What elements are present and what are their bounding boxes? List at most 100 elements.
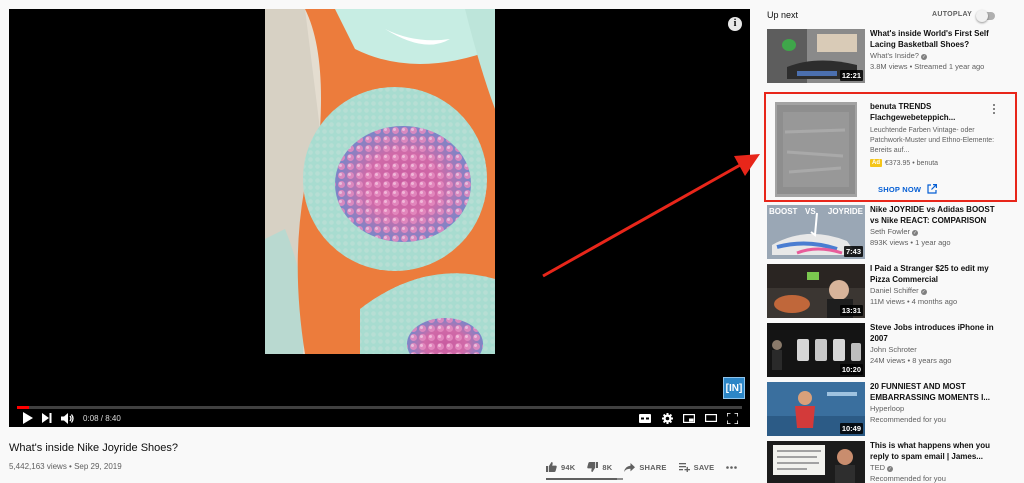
autoplay-label: AUTOPLAY xyxy=(932,11,973,18)
video-duration: 10:49 xyxy=(839,423,863,434)
up-next-heading: Up next xyxy=(767,10,799,20)
share-button[interactable]: SHARE xyxy=(624,462,667,472)
video-duration: 10:20 xyxy=(839,364,863,375)
channel-name[interactable]: John Schroter xyxy=(870,345,917,354)
play-icon xyxy=(22,412,33,424)
more-horizontal-icon xyxy=(726,465,738,469)
video-thumbnail[interactable] xyxy=(767,441,865,483)
video-stats: 24M views • 8 years ago xyxy=(870,356,952,365)
video-duration: 12:21 xyxy=(839,70,863,81)
like-button[interactable]: 94K xyxy=(546,462,575,472)
channel-watermark[interactable]: [IN] xyxy=(723,377,745,399)
verified-icon: ✓ xyxy=(920,54,927,60)
fullscreen-button[interactable] xyxy=(722,409,742,427)
share-label: SHARE xyxy=(639,462,667,472)
volume-icon xyxy=(60,412,74,424)
info-icon[interactable]: i xyxy=(728,17,742,31)
ad-title[interactable]: benuta TRENDS Flachgewebeteppich... xyxy=(870,102,990,123)
total-duration: 8:40 xyxy=(105,413,121,423)
video-frame[interactable] xyxy=(265,9,495,354)
video-title: What's inside Nike Joyride Shoes? xyxy=(9,442,179,454)
verified-icon: ✓ xyxy=(887,466,893,472)
dislike-button[interactable]: 8K xyxy=(587,462,612,472)
channel-name-text: Seth Fowler xyxy=(870,227,911,236)
channel-name[interactable]: Daniel Schiffer ✓ xyxy=(870,286,927,295)
video-actions: 94K 8K SHARE SAVE xyxy=(546,460,753,474)
video-thumbnail[interactable]: 10:20 xyxy=(767,323,865,377)
next-button[interactable] xyxy=(37,409,57,427)
video-player[interactable]: i [IN] 0:08 / 8:40 xyxy=(9,9,750,427)
dislike-count: 8K xyxy=(602,462,613,472)
meta-separator: • xyxy=(66,462,75,471)
channel-name-text: What's Inside? xyxy=(870,51,919,60)
like-count: 94K xyxy=(561,462,576,472)
ad-badge: Ad xyxy=(870,159,882,167)
settings-button[interactable] xyxy=(656,409,678,427)
video-title-link[interactable]: 20 FUNNIEST AND MOST EMBARRASSING MOMENT… xyxy=(870,382,1000,403)
ad-advertiser: benuta xyxy=(916,159,939,167)
channel-name[interactable]: Seth Fowler ✓ xyxy=(870,227,919,236)
miniplayer-button[interactable] xyxy=(678,409,700,427)
thumbnail-image xyxy=(767,441,865,483)
video-stats: Recommended for you xyxy=(870,415,946,424)
video-duration: 13:31 xyxy=(839,305,863,316)
channel-name[interactable]: Hyperloop xyxy=(870,404,904,413)
autoplay-toggle-knob xyxy=(976,10,988,22)
thumbs-down-icon xyxy=(587,462,599,472)
channel-name[interactable]: What's Inside? ✓ xyxy=(870,51,927,60)
video-title-link[interactable]: What's inside World's First Self Lacing … xyxy=(870,29,1000,50)
publish-date: Sep 29, 2019 xyxy=(74,462,122,471)
ad-description: Leuchtende Farben Vintage- oder Patchwor… xyxy=(870,127,995,154)
video-thumbnail[interactable]: 10:49 xyxy=(767,382,865,436)
video-stats: Recommended for you xyxy=(870,474,946,483)
video-metadata: 5,442,163 views • Sep 29, 2019 xyxy=(9,462,122,471)
theater-button[interactable] xyxy=(700,409,722,427)
play-button[interactable] xyxy=(17,409,37,427)
channel-name-text: John Schroter xyxy=(870,345,917,354)
verified-icon: ✓ xyxy=(920,289,927,295)
thumbnail-text-vs: VS xyxy=(805,207,816,216)
thumbs-up-icon xyxy=(546,462,557,472)
theater-icon xyxy=(705,414,717,422)
video-title-link[interactable]: I Paid a Stranger $25 to edit my Pizza C… xyxy=(870,264,1000,285)
video-title-link[interactable]: This is what happens when you reply to s… xyxy=(870,441,1000,462)
video-title-link[interactable]: Nike JOYRIDE vs Adidas BOOST vs Nike REA… xyxy=(870,205,1000,226)
channel-name-text: Hyperloop xyxy=(870,404,905,413)
thumbnail-text-right: JOYRIDE xyxy=(827,207,863,216)
current-time: 0:08 xyxy=(83,413,99,423)
thumbnail-text-left: BOOST xyxy=(769,207,798,216)
view-count: 5,442,163 views xyxy=(9,462,67,471)
shop-now-button[interactable]: SHOP NOW xyxy=(878,185,921,194)
video-duration: 7:43 xyxy=(843,246,863,257)
next-icon xyxy=(42,413,52,423)
video-thumbnail[interactable]: 13:31 xyxy=(767,264,865,318)
fullscreen-icon xyxy=(726,412,738,424)
ad-menu-icon[interactable] xyxy=(990,103,998,115)
share-icon xyxy=(624,462,636,472)
video-stats: 3.8M views • Streamed 1 year ago xyxy=(870,62,985,71)
ad-price: €373.95 xyxy=(885,159,911,167)
captions-button[interactable] xyxy=(634,409,656,427)
time-display: 0:08 / 8:40 xyxy=(83,414,121,423)
video-stats: 893K views • 1 year ago xyxy=(870,238,951,247)
captions-icon xyxy=(639,413,651,423)
player-controls: 0:08 / 8:40 xyxy=(9,409,750,427)
rug-product-image xyxy=(775,102,857,197)
video-thumbnail[interactable]: BOOST VS JOYRIDE 7:43 xyxy=(767,205,865,259)
verified-icon: ✓ xyxy=(912,230,919,236)
volume-button[interactable] xyxy=(57,409,77,427)
save-label: SAVE xyxy=(693,462,715,472)
channel-name[interactable]: TED ✓ xyxy=(870,463,893,472)
channel-name-text: TED xyxy=(870,463,885,472)
video-title-link[interactable]: Steve Jobs introduces iPhone in 2007 xyxy=(870,323,1000,344)
sentiment-bar-fill xyxy=(546,478,617,480)
autoplay-toggle[interactable] xyxy=(976,10,995,22)
video-frame-image xyxy=(265,9,495,354)
ad-info-line: Ad €373.95 • benuta xyxy=(870,159,938,167)
save-button[interactable]: SAVE xyxy=(678,462,715,472)
ad-thumbnail[interactable] xyxy=(775,102,857,197)
video-thumbnail[interactable]: 12:21 xyxy=(767,29,865,83)
add-to-playlist-icon xyxy=(678,462,690,472)
more-actions-button[interactable] xyxy=(726,465,741,469)
external-link-icon[interactable] xyxy=(927,184,937,194)
